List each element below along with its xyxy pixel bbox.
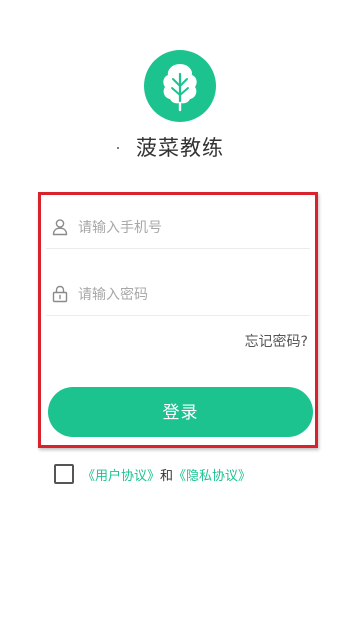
app-title: 菠菜教练 <box>136 136 224 160</box>
privacy-policy-link[interactable]: 《隐私协议》 <box>173 469 251 484</box>
leaf-icon <box>163 64 197 112</box>
agreement-and-text: 和 <box>160 469 174 484</box>
agreement-text: 《用户协议》和《隐私协议》 <box>82 465 251 484</box>
agreement-checkbox[interactable] <box>54 464 74 484</box>
decorative-dot <box>117 147 119 149</box>
app-logo <box>144 50 216 122</box>
user-agreement-link[interactable]: 《用户协议》 <box>82 469 160 484</box>
highlight-frame <box>38 192 318 448</box>
